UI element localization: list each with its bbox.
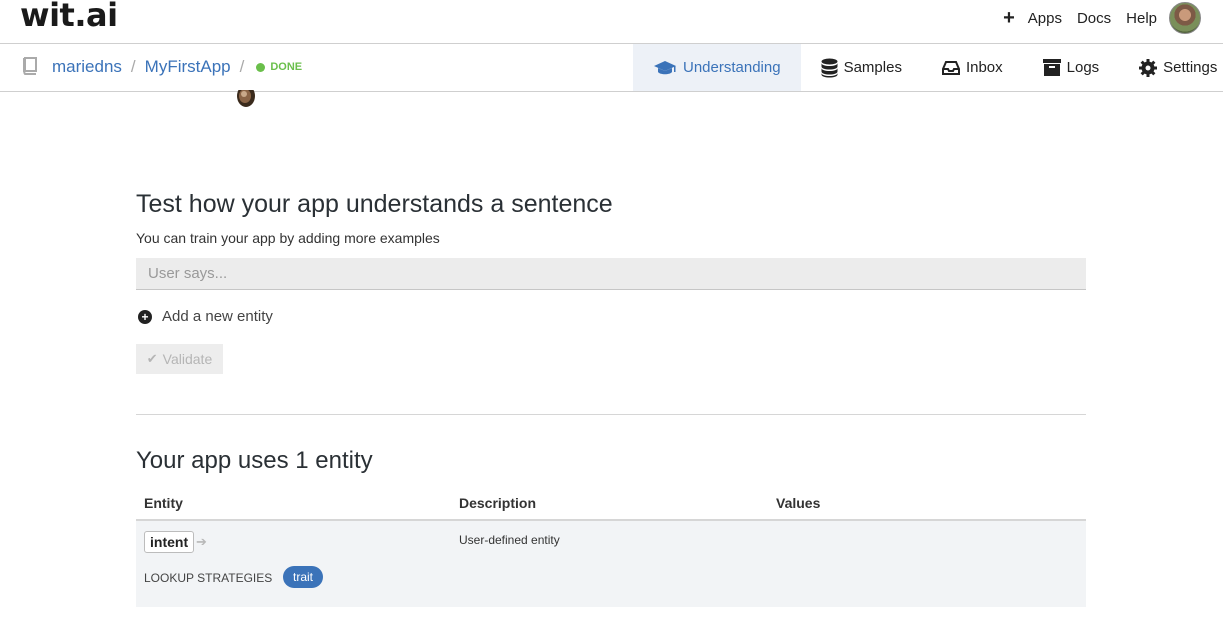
breadcrumb-separator: / (130, 57, 136, 76)
wit-ai-logo[interactable]: wit.ai (20, 0, 118, 34)
add-entity-button[interactable]: + Add a new entity (138, 308, 273, 325)
lookup-strategy-badge[interactable]: trait (283, 566, 324, 588)
help-link[interactable]: Help (1126, 10, 1157, 27)
top-nav: + Apps Docs Help (1003, 0, 1223, 36)
tab-samples[interactable]: Samples (801, 44, 922, 91)
test-section-subtitle: You can train your app by adding more ex… (136, 230, 440, 246)
validate-button[interactable]: ✔ Validate (136, 344, 223, 374)
plus-circle-icon: + (138, 309, 152, 324)
tab-inbox-label: Inbox (965, 59, 1003, 76)
table-row[interactable]: intent ➔ User-defined entity LOOKUP STRA… (136, 521, 1086, 607)
status-dot-icon (256, 62, 266, 72)
add-entity-label: Add a new entity (162, 308, 273, 325)
tab-settings[interactable]: Settings (1119, 44, 1223, 91)
entities-table: Entity Description Values intent ➔ User-… (136, 489, 1086, 607)
top-bar: wit.ai + Apps Docs Help (0, 0, 1223, 44)
database-icon (821, 58, 838, 77)
breadcrumb-user-link[interactable]: mariedns (52, 57, 122, 77)
status-badge: DONE (256, 61, 302, 73)
graduation-cap-icon (654, 60, 676, 74)
gear-icon (1139, 58, 1158, 77)
breadcrumb-app-link[interactable]: MyFirstApp (145, 57, 231, 77)
entity-name-chip[interactable]: intent (144, 531, 195, 553)
tab-understanding-label: Understanding (683, 59, 781, 76)
mascot-illustration (237, 90, 255, 107)
entities-section-title: Your app uses 1 entity (136, 447, 373, 474)
app-bar: mariedns / MyFirstApp / DONE Understandi… (0, 44, 1223, 92)
archive-icon (1042, 59, 1061, 76)
test-section-title: Test how your app understands a sentence (136, 190, 613, 218)
validate-label: Validate (162, 351, 213, 367)
column-header-values[interactable]: Values (776, 495, 820, 511)
section-divider (136, 414, 1086, 415)
column-header-entity[interactable]: Entity (144, 495, 183, 511)
apps-link[interactable]: + Apps (1003, 8, 1062, 28)
check-icon: ✔ (146, 351, 158, 366)
tab-settings-label: Settings (1163, 59, 1218, 76)
arrow-right-icon[interactable]: ➔ (196, 534, 207, 550)
column-header-description[interactable]: Description (459, 495, 536, 511)
tab-understanding[interactable]: Understanding (633, 44, 801, 91)
inbox-icon (941, 60, 960, 75)
tab-samples-label: Samples (843, 59, 902, 76)
book-icon (23, 57, 37, 75)
breadcrumb-separator: / (239, 57, 245, 76)
docs-link[interactable]: Docs (1077, 10, 1111, 27)
tab-logs[interactable]: Logs (1023, 44, 1120, 91)
table-header: Entity Description Values (136, 489, 1086, 521)
plus-icon[interactable]: + (1003, 8, 1015, 28)
lookup-strategies-label: LOOKUP STRATEGIES (144, 571, 273, 585)
status-label: DONE (270, 61, 303, 73)
user-avatar[interactable] (1169, 2, 1201, 34)
breadcrumb: mariedns / MyFirstApp / DONE (52, 57, 302, 77)
user-says-input[interactable] (136, 258, 1086, 290)
entity-description: User-defined entity (459, 533, 560, 547)
apps-link-label: Apps (1027, 9, 1062, 27)
app-tabs: Understanding Samples Inbox Logs Setting… (633, 44, 1223, 91)
tab-logs-label: Logs (1066, 59, 1100, 76)
tab-inbox[interactable]: Inbox (922, 44, 1023, 91)
